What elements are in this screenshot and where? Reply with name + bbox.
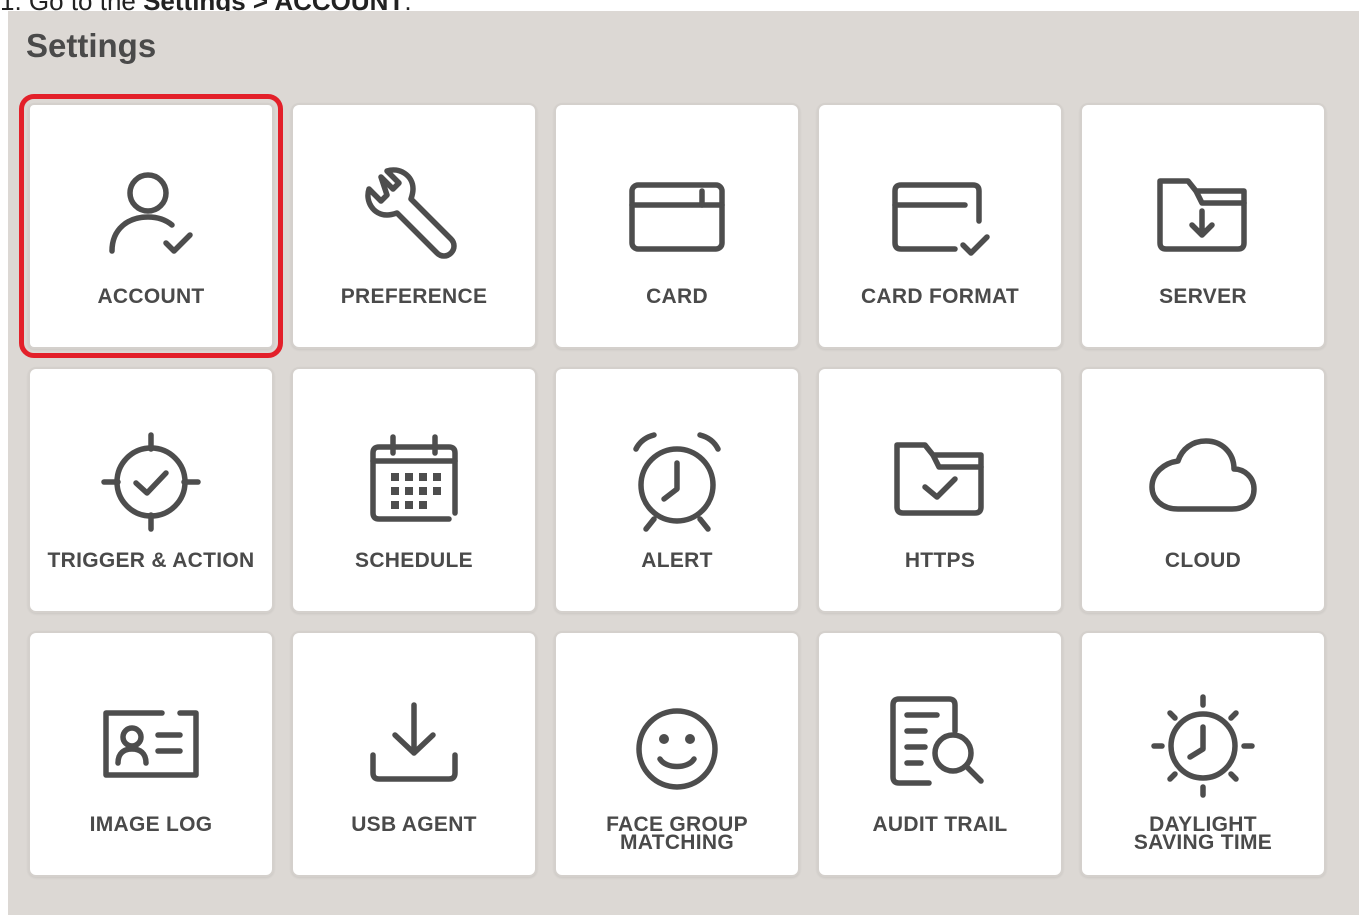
tile-schedule[interactable]: SCHEDULE: [291, 367, 537, 613]
tile-label: CARD: [646, 285, 708, 308]
tile-label: IMAGE LOG: [89, 813, 213, 836]
tile-https[interactable]: HTTPS: [817, 367, 1063, 613]
tile-label: CLOUD: [1164, 549, 1242, 572]
tile-label: SCHEDULE: [355, 549, 473, 572]
target-check-icon: [96, 427, 206, 537]
sun-clock-icon: [1148, 691, 1258, 801]
panel-title: Settings: [26, 27, 157, 64]
tile-label: DAYLIGHT SAVING TIME: [1082, 814, 1324, 854]
card-icon: [622, 163, 732, 273]
smiley-icon: [622, 691, 732, 801]
tile-label: USB AGENT: [351, 813, 477, 836]
settings-panel: Settings ACCOUNT PREFERENCE CARD CARD FO…: [8, 11, 1359, 915]
tile-account[interactable]: ACCOUNT: [19, 94, 283, 358]
document-search-icon: [885, 691, 995, 801]
tile-preference[interactable]: PREFERENCE: [291, 103, 537, 349]
tile-label: HTTPS: [904, 549, 976, 572]
alarm-clock-icon: [622, 427, 732, 537]
tile-card-format[interactable]: CARD FORMAT: [817, 103, 1063, 349]
tile-label-line2: SAVING TIME: [1133, 831, 1273, 854]
tile-label: ALERT: [641, 549, 713, 572]
calendar-icon: [359, 427, 469, 537]
tile-label: PREFERENCE: [340, 285, 488, 308]
user-check-icon: [96, 163, 206, 273]
tile-label-line2: MATCHING: [620, 831, 734, 854]
tile-label: FACE GROUP MATCHING: [556, 814, 798, 854]
tile-audit-trail[interactable]: AUDIT TRAIL: [817, 631, 1063, 877]
folder-check-icon: [885, 427, 995, 537]
tile-label: TRIGGER & ACTION: [47, 549, 255, 572]
tile-label: ACCOUNT: [97, 285, 205, 308]
tile-image-log[interactable]: IMAGE LOG: [28, 631, 274, 877]
tile-label: SERVER: [1159, 285, 1247, 308]
download-icon: [359, 691, 469, 801]
tile-trigger-action[interactable]: TRIGGER & ACTION: [28, 367, 274, 613]
id-card-icon: [96, 691, 206, 801]
tile-alert[interactable]: ALERT: [554, 367, 800, 613]
cloud-icon: [1148, 427, 1258, 537]
wrench-icon: [359, 163, 469, 273]
tile-server[interactable]: SERVER: [1080, 103, 1326, 349]
tile-daylight-saving-time[interactable]: DAYLIGHT SAVING TIME: [1080, 631, 1326, 877]
tile-face-group-matching[interactable]: FACE GROUP MATCHING: [554, 631, 800, 877]
tile-card[interactable]: CARD: [554, 103, 800, 349]
tile-label: CARD FORMAT: [860, 285, 1020, 308]
tile-usb-agent[interactable]: USB AGENT: [291, 631, 537, 877]
folder-download-icon: [1148, 163, 1258, 273]
tile-cloud[interactable]: CLOUD: [1080, 367, 1326, 613]
card-check-icon: [885, 163, 995, 273]
tile-label: AUDIT TRAIL: [872, 813, 1008, 836]
